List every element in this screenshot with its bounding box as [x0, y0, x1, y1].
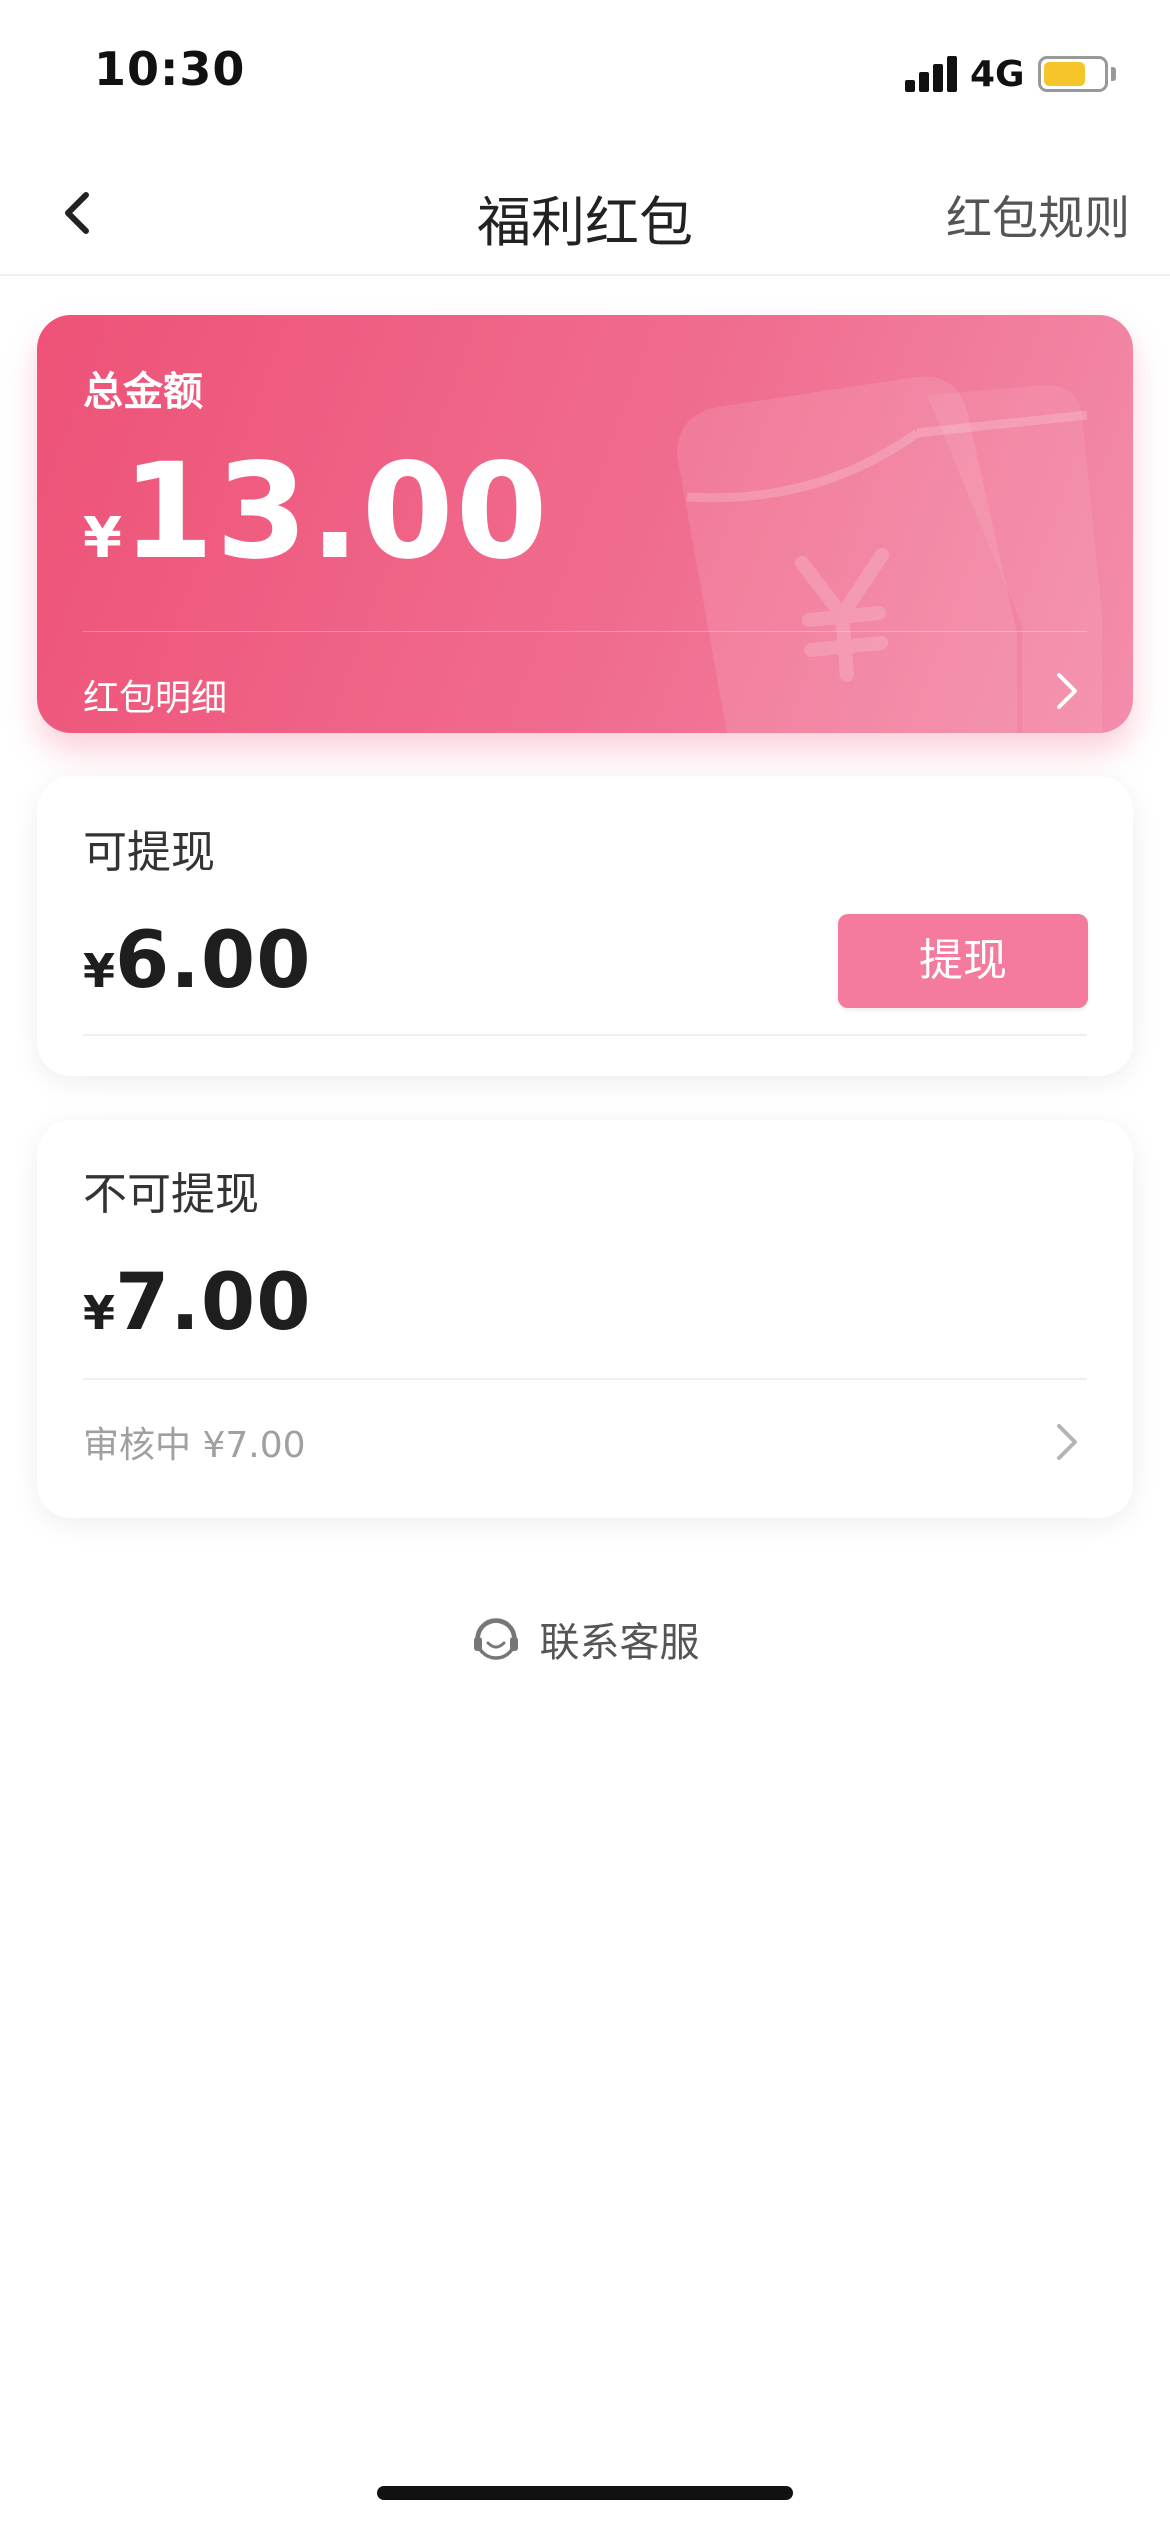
currency-symbol: ¥	[83, 944, 116, 998]
currency-symbol: ¥	[83, 1286, 116, 1340]
nav-bar: 福利红包 红包规则	[0, 150, 1170, 276]
divider	[83, 1378, 1087, 1380]
non-withdrawable-amount-value: 7.00	[115, 1258, 312, 1348]
withdrawable-card: 可提现 ¥6.00 提现	[37, 776, 1133, 1076]
withdrawable-amount: ¥6.00	[83, 916, 311, 1006]
withdrawable-amount-value: 6.00	[115, 916, 312, 1006]
chevron-left-icon	[65, 192, 89, 234]
divider	[83, 1034, 1087, 1036]
headset-icon	[474, 1618, 519, 1660]
envelope-detail-link[interactable]: 红包明细	[83, 669, 227, 721]
battery-level	[1044, 62, 1085, 86]
total-amount: ¥13.00	[83, 435, 550, 589]
back-button[interactable]	[50, 183, 110, 243]
network-type: 4G	[970, 54, 1025, 95]
customer-service-link[interactable]: 联系客服	[0, 1610, 1170, 1670]
currency-symbol: ¥	[83, 506, 122, 571]
under-review-row[interactable]: 审核中 ¥7.00	[37, 1390, 1133, 1500]
total-label: 总金额	[83, 369, 203, 415]
home-indicator[interactable]	[377, 2486, 793, 2500]
status-bar: 10:30 4G	[0, 0, 1170, 150]
total-amount-card: 总金额 ¥13.00 红包明细	[37, 315, 1133, 733]
battery-icon	[1038, 56, 1108, 92]
customer-service-label: 联系客服	[539, 1620, 700, 1666]
under-review-text: 审核中 ¥7.00	[83, 1425, 306, 1466]
total-amount-value: 13.00	[121, 435, 550, 589]
divider	[83, 631, 1087, 632]
chevron-right-icon	[1057, 1424, 1077, 1460]
signal-icon	[905, 54, 961, 92]
non-withdrawable-amount: ¥7.00	[83, 1258, 311, 1348]
non-withdrawable-card: 不可提现 ¥7.00 审核中 ¥7.00	[37, 1120, 1133, 1518]
status-time: 10:30	[94, 42, 246, 96]
non-withdrawable-title: 不可提现	[83, 1169, 259, 1220]
battery-tip	[1111, 67, 1116, 81]
rules-link[interactable]: 红包规则	[946, 182, 1130, 248]
withdraw-button[interactable]: 提现	[838, 914, 1088, 1008]
chevron-right-icon[interactable]	[1051, 669, 1081, 713]
withdrawable-title: 可提现	[83, 827, 215, 878]
